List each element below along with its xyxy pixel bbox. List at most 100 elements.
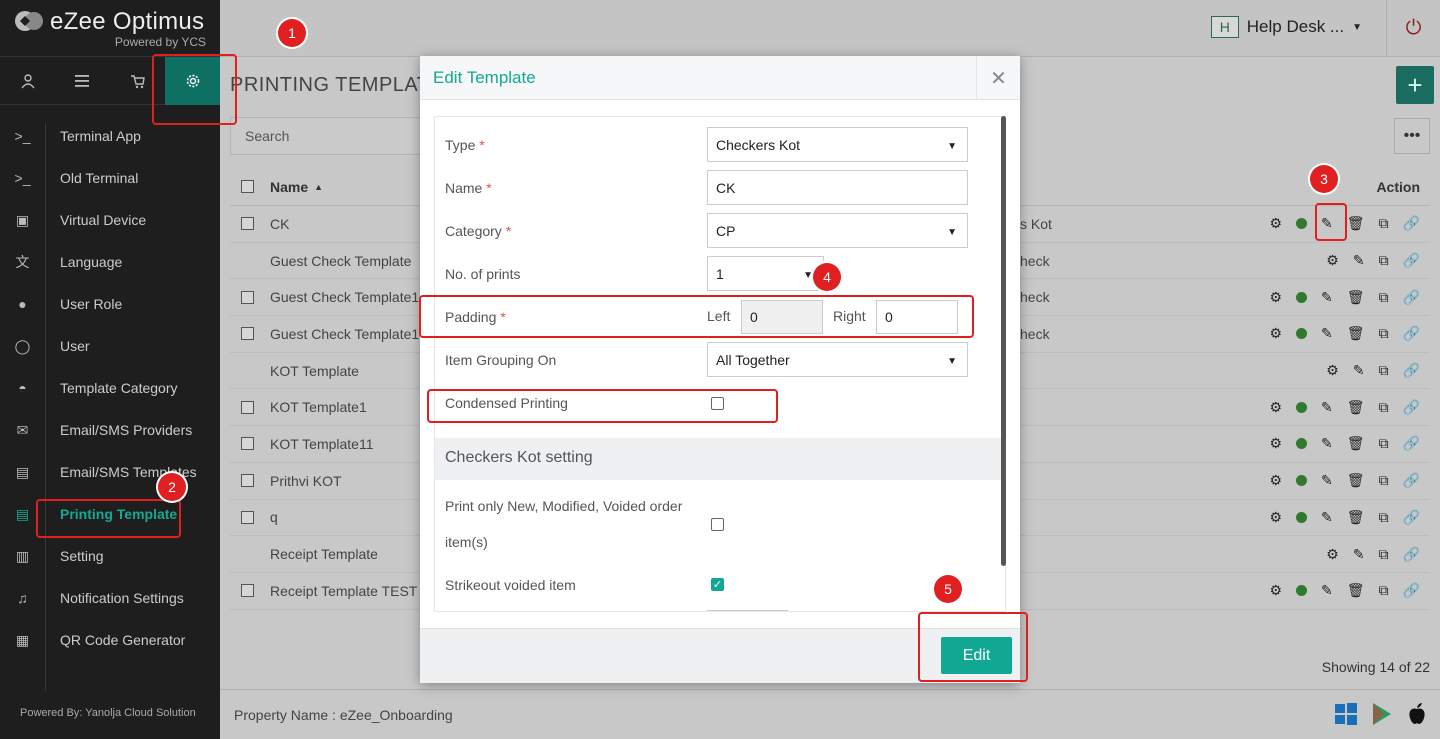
edit-pencil-icon[interactable]: ✎ xyxy=(1321,435,1333,452)
sliders-icon: ▥ xyxy=(15,547,30,564)
copy-icon[interactable]: ⧉ xyxy=(1379,362,1389,379)
row-checkbox[interactable] xyxy=(241,290,254,304)
row-checkbox[interactable] xyxy=(241,510,254,524)
copy-icon[interactable]: ⧉ xyxy=(1379,435,1389,452)
gear-icon[interactable]: ⚙ xyxy=(1269,289,1282,306)
link-icon[interactable]: 🔗 xyxy=(1403,546,1420,563)
prints-select[interactable]: 1 ▼ xyxy=(707,256,824,291)
grouping-select[interactable]: All Together ▼ xyxy=(707,342,968,377)
gear-icon[interactable]: ⚙ xyxy=(1269,509,1282,526)
trash-icon[interactable]: 🗑 xyxy=(1347,472,1365,489)
name-input[interactable]: CK xyxy=(707,170,968,205)
sidebar-item-setting[interactable]: ▥ Setting xyxy=(0,535,220,577)
link-icon[interactable]: 🔗 xyxy=(1403,472,1420,489)
windows-icon[interactable] xyxy=(1334,702,1358,726)
copy-icon[interactable]: ⧉ xyxy=(1379,399,1389,416)
sidebar-item-virtual-device[interactable]: ▣ Virtual Device xyxy=(0,199,220,241)
row-checkbox[interactable] xyxy=(241,327,254,341)
link-icon[interactable]: 🔗 xyxy=(1403,435,1420,452)
copy-icon[interactable]: ⧉ xyxy=(1379,289,1389,306)
print-only-new-checkbox[interactable] xyxy=(711,518,724,531)
sidebar-item-email-sms-providers[interactable]: ✉ Email/SMS Providers xyxy=(0,409,220,451)
add-template-button[interactable]: + xyxy=(1396,66,1434,104)
select-all-checkbox[interactable] xyxy=(241,180,254,193)
row-checkbox[interactable] xyxy=(241,400,254,414)
trash-icon[interactable]: 🗑 xyxy=(1347,399,1365,416)
sidebar-item-language[interactable]: 文 Language xyxy=(0,241,220,283)
sidebar-item-old-terminal[interactable]: >_ Old Terminal xyxy=(0,157,220,199)
row-checkbox[interactable] xyxy=(241,584,254,598)
sort-asc-icon[interactable]: ▲ xyxy=(314,182,323,192)
trash-icon[interactable]: 🗑 xyxy=(1347,325,1365,342)
partial-field[interactable] xyxy=(707,610,788,611)
link-icon[interactable]: 🔗 xyxy=(1403,325,1420,342)
language-icon: 文 xyxy=(15,254,30,270)
copy-icon[interactable]: ⧉ xyxy=(1379,509,1389,526)
edit-pencil-icon[interactable]: ✎ xyxy=(1321,399,1333,416)
menu-icon[interactable] xyxy=(55,57,110,105)
link-icon[interactable]: 🔗 xyxy=(1403,252,1420,269)
row-checkbox[interactable] xyxy=(241,437,254,451)
trash-icon[interactable]: 🗑 xyxy=(1347,582,1365,599)
sidebar-item-template-category[interactable]: ◓ Template Category xyxy=(0,367,220,409)
gear-icon[interactable]: ⚙ xyxy=(1326,252,1339,269)
trash-icon[interactable]: 🗑 xyxy=(1347,289,1365,306)
edit-pencil-icon[interactable]: ✎ xyxy=(1321,325,1333,342)
close-icon[interactable]: ✕ xyxy=(976,56,1020,100)
gear-icon[interactable]: ⚙ xyxy=(1269,435,1282,452)
power-icon[interactable]: ⏻ xyxy=(1386,0,1440,57)
sidebar-item-user-role[interactable]: ● User Role xyxy=(0,283,220,325)
copy-icon[interactable]: ⧉ xyxy=(1379,252,1389,269)
edit-pencil-icon[interactable]: ✎ xyxy=(1353,362,1365,379)
sidebar-item-label: Language xyxy=(60,254,123,270)
type-select[interactable]: Checkers Kot ▼ xyxy=(707,127,968,162)
gear-icon[interactable]: ⚙ xyxy=(1269,582,1282,599)
trash-icon[interactable]: 🗑 xyxy=(1347,435,1365,452)
copy-icon[interactable]: ⧉ xyxy=(1379,582,1389,599)
row-checkbox[interactable] xyxy=(241,217,254,231)
modal-scrollbar[interactable] xyxy=(1001,116,1006,566)
user-icon[interactable] xyxy=(0,57,55,105)
copy-icon[interactable]: ⧉ xyxy=(1379,325,1389,342)
gear-icon[interactable]: ⚙ xyxy=(1326,546,1339,563)
copy-icon[interactable]: ⧉ xyxy=(1379,472,1389,489)
sidebar-item-notification-settings[interactable]: ♫ Notification Settings xyxy=(0,577,220,619)
sidebar-item-email-sms-templates[interactable]: ▤ Email/SMS Templates xyxy=(0,451,220,493)
edit-pencil-icon[interactable]: ✎ xyxy=(1321,509,1333,526)
sidebar-item-label: Virtual Device xyxy=(60,212,147,228)
link-icon[interactable]: 🔗 xyxy=(1403,399,1420,416)
strikeout-voided-checkbox[interactable]: ✓ xyxy=(711,578,724,591)
google-play-icon[interactable] xyxy=(1370,702,1394,726)
trash-icon[interactable]: 🗑 xyxy=(1347,509,1365,526)
column-header-name[interactable]: Name xyxy=(270,179,308,195)
edit-pencil-icon[interactable]: ✎ xyxy=(1321,582,1333,599)
terminal-icon: >_ xyxy=(14,128,31,144)
film-icon: ▤ xyxy=(15,463,30,480)
terminal-icon: >_ xyxy=(14,170,31,186)
link-icon[interactable]: 🔗 xyxy=(1403,289,1420,306)
gear-icon[interactable]: ⚙ xyxy=(1269,215,1282,232)
link-icon[interactable]: 🔗 xyxy=(1403,215,1420,232)
row-checkbox[interactable] xyxy=(241,474,254,488)
link-icon[interactable]: 🔗 xyxy=(1403,362,1420,379)
gear-icon[interactable]: ⚙ xyxy=(1269,325,1282,342)
apple-icon[interactable] xyxy=(1406,702,1428,726)
gear-icon[interactable]: ⚙ xyxy=(1269,399,1282,416)
more-options-button[interactable]: ••• xyxy=(1394,118,1430,154)
copy-icon[interactable]: ⧉ xyxy=(1379,215,1389,232)
edit-pencil-icon[interactable]: ✎ xyxy=(1321,472,1333,489)
helpdesk-dropdown[interactable]: H Help Desk ... ▼ xyxy=(1210,16,1362,38)
edit-pencil-icon[interactable]: ✎ xyxy=(1353,546,1365,563)
copy-icon[interactable]: ⧉ xyxy=(1379,546,1389,563)
link-icon[interactable]: 🔗 xyxy=(1403,582,1420,599)
edit-pencil-icon[interactable]: ✎ xyxy=(1321,289,1333,306)
gear-icon[interactable]: ⚙ xyxy=(1269,472,1282,489)
sidebar-item-qr-code-generator[interactable]: ▦ QR Code Generator xyxy=(0,619,220,661)
trash-icon[interactable]: 🗑 xyxy=(1347,215,1365,232)
edit-pencil-icon[interactable]: ✎ xyxy=(1353,252,1365,269)
row-name: q xyxy=(270,509,278,526)
sidebar-item-user[interactable]: ◯ User xyxy=(0,325,220,367)
gear-icon[interactable]: ⚙ xyxy=(1326,362,1339,379)
link-icon[interactable]: 🔗 xyxy=(1403,509,1420,526)
category-select[interactable]: CP ▼ xyxy=(707,213,968,248)
